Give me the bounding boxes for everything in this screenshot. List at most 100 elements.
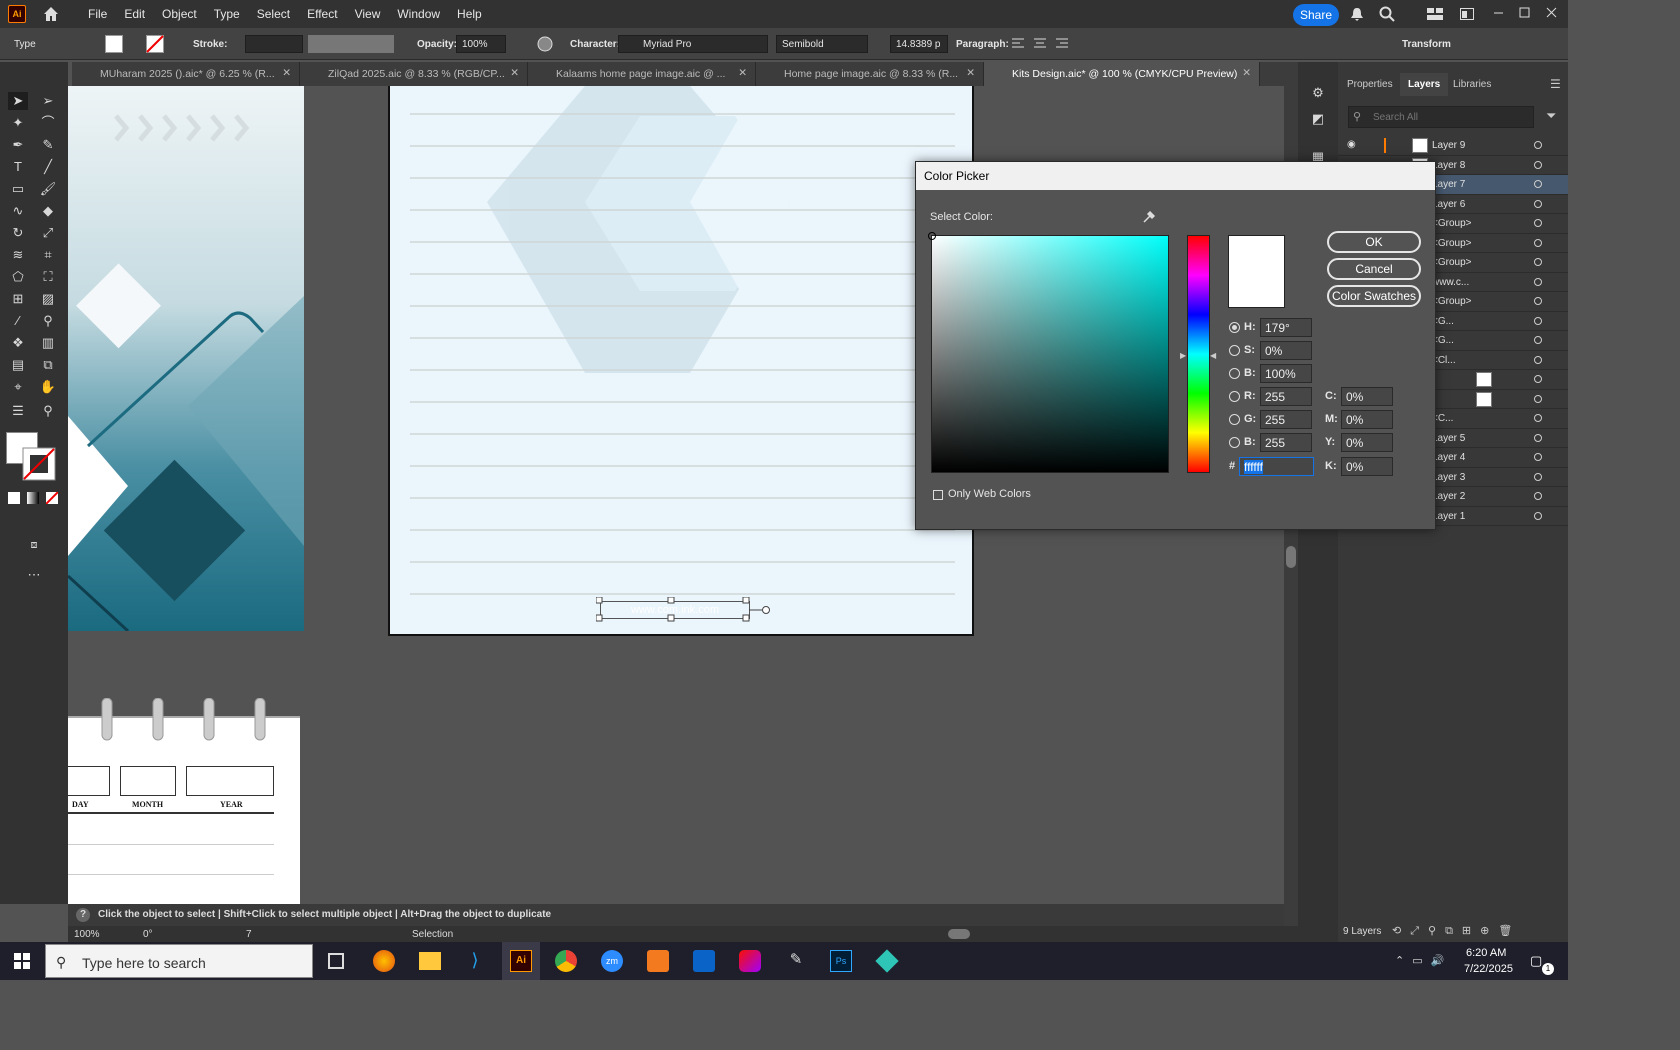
creative-cloud-icon[interactable] bbox=[739, 950, 761, 972]
s-field[interactable]: 0% bbox=[1260, 341, 1312, 360]
rectangle-tool-icon[interactable]: ▭ bbox=[8, 180, 28, 198]
bell-icon[interactable] bbox=[1350, 7, 1364, 22]
target-icon[interactable] bbox=[1534, 238, 1542, 247]
zoom-icon[interactable]: ⚲ bbox=[38, 402, 58, 420]
image-trace-icon[interactable]: ◩ bbox=[1308, 110, 1328, 128]
target-icon[interactable] bbox=[1534, 258, 1542, 266]
arrange-icon[interactable] bbox=[1460, 8, 1474, 20]
live-paint-icon[interactable]: ⛶ bbox=[38, 268, 58, 286]
color-mode-icon[interactable] bbox=[8, 492, 20, 504]
target-icon[interactable] bbox=[1534, 199, 1542, 208]
taskbar-search[interactable]: ⚲ Type here to search bbox=[45, 944, 313, 978]
close-icon[interactable]: ✕ bbox=[282, 67, 291, 79]
ok-button[interactable]: OK bbox=[1327, 231, 1421, 253]
selection-tool-icon[interactable]: ➤ bbox=[8, 92, 28, 110]
eyedropper-icon[interactable]: ⁄ bbox=[8, 312, 28, 330]
h-radio[interactable] bbox=[1229, 322, 1240, 333]
none-mode-icon[interactable] bbox=[46, 492, 58, 504]
left-artboard[interactable] bbox=[68, 86, 304, 631]
tab-layers[interactable]: Layers bbox=[1400, 73, 1449, 96]
g-field[interactable]: 255 bbox=[1260, 410, 1312, 429]
eyedropper-icon[interactable] bbox=[1141, 209, 1157, 225]
blue-field[interactable]: 255 bbox=[1260, 433, 1312, 452]
target-icon[interactable] bbox=[1534, 414, 1542, 422]
system-tray-icons[interactable]: ⌃▭🔊 bbox=[1395, 954, 1452, 967]
pen-app-icon[interactable]: ✎ bbox=[785, 950, 807, 972]
clock-time[interactable]: 6:20 AM bbox=[1466, 947, 1506, 959]
app-icon[interactable] bbox=[875, 949, 899, 973]
tab-kits-design[interactable]: Kits Design.aic* @ 100 % (CMYK/CPU Previ… bbox=[984, 62, 1260, 86]
c-field[interactable]: 0% bbox=[1341, 387, 1393, 406]
align-icons[interactable] bbox=[1010, 36, 1070, 52]
blend-icon[interactable]: ⚲ bbox=[38, 312, 58, 330]
direct-selection-icon[interactable]: ➢ bbox=[38, 92, 58, 110]
line-tool-icon[interactable]: ╱ bbox=[38, 158, 58, 176]
target-icon[interactable] bbox=[1534, 453, 1542, 461]
target-icon[interactable] bbox=[1534, 316, 1542, 325]
target-icon[interactable] bbox=[1534, 472, 1542, 481]
only-web-colors-checkbox[interactable] bbox=[933, 490, 943, 500]
pen-icon[interactable]: ✒ bbox=[8, 136, 28, 154]
k-field[interactable]: 0% bbox=[1341, 457, 1393, 476]
target-icon[interactable] bbox=[1534, 375, 1542, 383]
hex-field[interactable]: ffffff bbox=[1239, 457, 1314, 476]
workspace-icon[interactable] bbox=[1427, 8, 1443, 20]
type-tool-icon[interactable]: T bbox=[8, 158, 28, 176]
window-controls[interactable] bbox=[1492, 6, 1562, 20]
menu-window[interactable]: Window bbox=[397, 7, 440, 21]
transform-button[interactable]: Transform bbox=[1402, 39, 1451, 50]
layers-search-input[interactable] bbox=[1373, 109, 1523, 125]
lasso-icon[interactable]: ⌒ bbox=[38, 114, 58, 132]
tab-libraries[interactable]: Libraries bbox=[1453, 79, 1491, 90]
firefox-icon[interactable] bbox=[373, 950, 395, 972]
y-field[interactable]: 0% bbox=[1341, 433, 1393, 452]
tab-home-page[interactable]: Home page image.aic @ 8.33 % (R... ✕ bbox=[756, 62, 984, 86]
file-explorer-icon[interactable] bbox=[419, 952, 441, 970]
tab-properties[interactable]: Properties bbox=[1347, 79, 1393, 90]
fill-swatch[interactable] bbox=[105, 35, 123, 53]
graph-icon[interactable]: ▤ bbox=[8, 356, 28, 374]
font-style-field[interactable]: Semibold bbox=[776, 35, 868, 53]
target-icon[interactable] bbox=[1534, 141, 1542, 149]
target-icon[interactable] bbox=[1534, 297, 1542, 305]
scroll-thumb[interactable] bbox=[1286, 546, 1296, 568]
tab-zilqad[interactable]: ZilQad 2025.aic @ 8.33 % (RGB/CP... ✕ bbox=[300, 62, 528, 86]
hue-slider-left-arrow[interactable]: ▶ bbox=[1180, 351, 1186, 360]
search-icon[interactable] bbox=[1379, 6, 1395, 22]
s-radio[interactable] bbox=[1229, 345, 1240, 356]
close-icon[interactable]: ✕ bbox=[1242, 67, 1251, 79]
mesh-icon[interactable]: ⊞ bbox=[8, 290, 28, 308]
selection-handles[interactable] bbox=[596, 597, 776, 623]
visibility-eye-icon[interactable]: ◉ bbox=[1347, 139, 1356, 150]
clock-date[interactable]: 7/22/2025 bbox=[1464, 963, 1513, 975]
recolor-icon[interactable] bbox=[537, 36, 553, 52]
layers-search[interactable]: ⚲ bbox=[1348, 106, 1534, 128]
stroke-swatch[interactable] bbox=[146, 35, 164, 53]
b-radio[interactable] bbox=[1229, 368, 1240, 379]
layer-row[interactable]: ◉ Layer 9 bbox=[1338, 136, 1568, 156]
menu-type[interactable]: Type bbox=[214, 7, 240, 21]
cancel-button[interactable]: Cancel bbox=[1327, 258, 1421, 280]
calendar-artboard[interactable]: DAY MONTH YEAR bbox=[68, 698, 300, 904]
brightness-field[interactable]: 100% bbox=[1260, 364, 1312, 383]
target-icon[interactable] bbox=[1534, 394, 1542, 403]
zoom-level[interactable]: 100% bbox=[74, 929, 100, 940]
more-tools-icon[interactable]: ⋯ bbox=[24, 566, 44, 584]
variable-width-profile[interactable] bbox=[308, 35, 394, 53]
font-size-field[interactable]: 14.8389 p bbox=[890, 35, 948, 53]
artboard-number[interactable]: 7 bbox=[246, 929, 252, 940]
gradient-mode-icon[interactable] bbox=[27, 492, 39, 504]
target-icon[interactable] bbox=[1534, 160, 1542, 169]
blue-radio[interactable] bbox=[1229, 437, 1240, 448]
eraser-icon[interactable]: ◆ bbox=[38, 202, 58, 220]
close-icon[interactable]: ✕ bbox=[966, 67, 975, 79]
menu-object[interactable]: Object bbox=[162, 7, 197, 21]
h-scroll-thumb[interactable] bbox=[948, 929, 970, 939]
photoshop-icon[interactable]: Ps bbox=[830, 950, 852, 972]
target-icon[interactable] bbox=[1534, 336, 1542, 344]
outlook-icon[interactable] bbox=[693, 950, 715, 972]
hand-icon[interactable]: ✋ bbox=[38, 378, 58, 396]
shape-builder-icon[interactable]: ⬠ bbox=[8, 268, 28, 286]
vscode-icon[interactable]: ⟩ bbox=[464, 950, 486, 972]
rotate-icon[interactable]: ↻ bbox=[8, 224, 28, 242]
